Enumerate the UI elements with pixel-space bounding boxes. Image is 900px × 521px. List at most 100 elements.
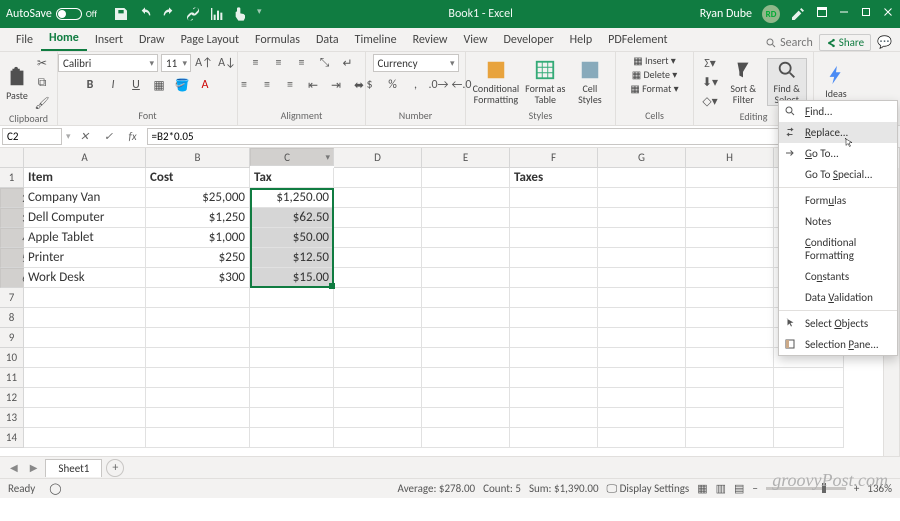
cell[interactable]: $12.50 [250,248,334,268]
cell[interactable] [422,228,510,248]
cell[interactable]: $62.50 [250,208,334,228]
sheet-tab-1[interactable]: Sheet1 [45,459,102,477]
align-middle-icon[interactable]: ≡ [269,54,289,72]
menu-help[interactable]: Help [562,29,601,51]
ribbon-options-icon[interactable] [816,6,828,22]
clear-icon[interactable]: ◇▾ [700,92,720,110]
cell[interactable] [598,248,686,268]
cell[interactable]: $1,250.00 [250,188,334,208]
col-head-f[interactable]: F [510,148,598,168]
cell[interactable] [686,228,774,248]
cell[interactable] [510,388,598,408]
cell[interactable] [686,208,774,228]
ideas-button[interactable]: Ideas [820,64,852,99]
cell[interactable]: Work Desk [24,268,146,288]
col-head-a[interactable]: A [24,148,146,168]
zoom-in-icon[interactable]: + [854,482,859,495]
cell[interactable] [686,248,774,268]
cell[interactable] [598,168,686,188]
sort-filter-button[interactable]: Sort & Filter [724,59,763,105]
menu-file[interactable]: File [8,29,41,51]
align-top-icon[interactable]: ≡ [246,54,266,72]
avatar[interactable]: RD [762,5,780,23]
menu-page-layout[interactable]: Page Layout [173,29,247,51]
cell[interactable]: Apple Tablet [24,228,146,248]
cell[interactable]: $50.00 [250,228,334,248]
format-painter-icon[interactable]: 🖌 [32,94,52,112]
menu-select-objects[interactable]: Select Objects [779,313,897,334]
cell[interactable] [422,428,510,448]
autosum-icon[interactable]: Σ▾ [700,54,720,72]
cell[interactable] [250,288,334,308]
link-icon[interactable] [185,6,201,22]
cell[interactable] [510,208,598,228]
add-sheet-button[interactable]: + [106,459,124,477]
cell[interactable] [686,348,774,368]
cell[interactable]: Tax [250,168,334,188]
view-break-icon[interactable]: ▤ [734,482,744,495]
cell[interactable] [510,428,598,448]
comma-icon[interactable]: , [406,76,426,94]
tab-nav-left-icon[interactable]: ◀ [6,461,22,474]
maximize-icon[interactable] [860,6,872,22]
row-head[interactable]: 7 [0,288,24,308]
cell[interactable] [598,188,686,208]
cell[interactable] [598,208,686,228]
cell[interactable] [250,328,334,348]
display-settings-button[interactable]: 🖵 Display Settings [607,482,690,496]
autosave-toggle[interactable]: AutoSave Off [6,7,97,21]
cell[interactable] [146,428,250,448]
cell[interactable] [146,328,250,348]
menu-draw[interactable]: Draw [131,29,173,51]
cell[interactable] [334,288,422,308]
draw-icon[interactable] [790,6,806,22]
cell[interactable] [510,308,598,328]
namebox-dd-icon[interactable]: ▾ [64,131,73,142]
cell[interactable]: $1,000 [146,228,250,248]
cell[interactable]: Taxes [510,168,598,188]
menu-cond-fmt[interactable]: Conditional Formatting [779,232,897,266]
undo-icon[interactable] [137,6,153,22]
cell[interactable] [250,308,334,328]
percent-icon[interactable]: % [383,76,403,94]
cell[interactable] [598,408,686,428]
cell[interactable] [422,288,510,308]
menu-selection-pane[interactable]: Selection Pane... [779,334,897,355]
zoom-slider[interactable] [766,487,846,490]
touch-icon[interactable] [233,6,249,22]
copy-icon[interactable]: ⧉ [32,74,52,92]
cell[interactable] [774,368,844,388]
cell[interactable] [686,288,774,308]
share-button[interactable]: Share [819,34,871,51]
menu-formulas[interactable]: Formulas [247,29,308,51]
cell[interactable] [510,288,598,308]
cell[interactable] [598,368,686,388]
cut-icon[interactable]: ✂ [32,54,52,72]
cells-grid[interactable]: ItemCostTaxTaxesCompany Van$25,000$1,250… [24,168,844,448]
col-head-e[interactable]: E [422,148,510,168]
menu-goto[interactable]: Go To... [779,143,897,164]
cell[interactable]: $1,250 [146,208,250,228]
align-left-icon[interactable]: ≡ [234,76,254,94]
cell[interactable] [24,308,146,328]
increase-decimal-icon[interactable]: .0→ [429,76,449,94]
orientation-icon[interactable]: ⤡ [315,54,335,72]
cell[interactable] [510,268,598,288]
cell[interactable] [598,268,686,288]
cell[interactable] [774,428,844,448]
cell[interactable] [334,348,422,368]
increase-font-icon[interactable]: A↑ [194,54,214,72]
row-head[interactable]: 14 [0,428,24,448]
cell[interactable] [510,248,598,268]
select-all-corner[interactable] [0,148,24,168]
accounting-icon[interactable]: $ [360,76,380,94]
conditional-formatting-button[interactable]: Conditional Formatting [472,59,520,105]
chart-icon[interactable] [209,6,225,22]
fill-color-icon[interactable]: 🪣 [172,76,192,94]
menu-formulas[interactable]: Formulas [779,190,897,211]
cell[interactable] [422,188,510,208]
cell[interactable] [24,408,146,428]
cell[interactable] [686,188,774,208]
cell[interactable] [774,388,844,408]
tab-nav-right-icon[interactable]: ▶ [26,461,42,474]
